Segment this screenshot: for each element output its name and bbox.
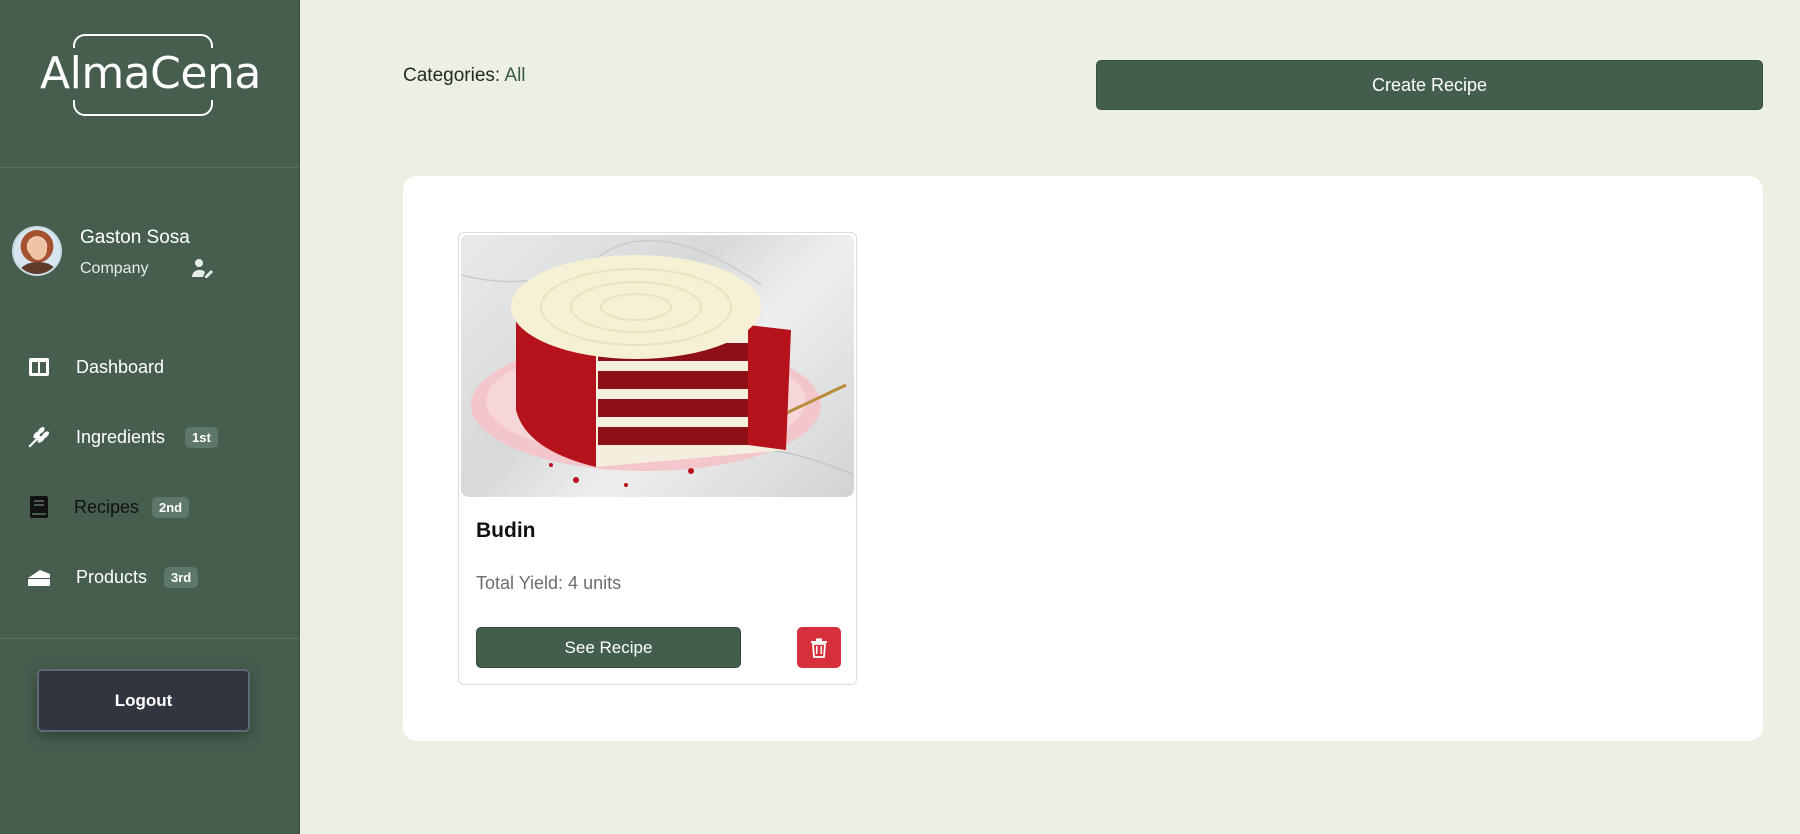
- sidebar-item-ingredients[interactable]: Ingredients 1st: [0, 402, 300, 472]
- sidebar-divider: [0, 638, 300, 639]
- create-recipe-button[interactable]: Create Recipe: [1096, 60, 1763, 110]
- user-name: Gaston Sosa: [80, 227, 190, 248]
- user-profile: Gaston Sosa Company: [0, 220, 300, 290]
- nav-badge: 2nd: [152, 496, 190, 518]
- sidebar-nav: Dashboard Ingredients 1st Recipes 2nd Pr…: [0, 332, 300, 612]
- logout-button[interactable]: Logout: [37, 669, 250, 732]
- see-recipe-button[interactable]: See Recipe: [476, 627, 741, 668]
- avatar[interactable]: [12, 226, 62, 276]
- dashboard-icon: [26, 354, 52, 380]
- categories-filter[interactable]: Categories: All: [403, 65, 526, 87]
- sidebar-item-label: Recipes: [74, 496, 140, 517]
- recipe-card: Budin Total Yield: 4 units See Recipe: [458, 232, 857, 685]
- logo[interactable]: AlmaCena: [38, 48, 263, 100]
- delete-recipe-button[interactable]: [797, 627, 841, 668]
- sidebar-item-recipes[interactable]: Recipes 2nd: [0, 472, 300, 542]
- nav-badge: 1st: [185, 426, 218, 448]
- categories-value[interactable]: All: [504, 65, 525, 86]
- categories-label: Categories:: [403, 65, 501, 86]
- sidebar-item-label: Products: [76, 566, 148, 587]
- recipe-title: Budin: [476, 519, 536, 542]
- user-edit-icon[interactable]: [190, 256, 214, 280]
- recipe-yield: Total Yield: 4 units: [476, 573, 622, 593]
- sidebar-item-label: Ingredients: [76, 426, 166, 447]
- cake-icon: [26, 564, 52, 590]
- sidebar-item-dashboard[interactable]: Dashboard: [0, 332, 300, 402]
- logo-area: AlmaCena: [0, 0, 299, 168]
- sidebar: AlmaCena Gaston Sosa Company Dashboard I…: [0, 0, 300, 834]
- book-icon: [26, 494, 52, 520]
- user-role: Company: [80, 260, 149, 277]
- nav-badge: 3rd: [164, 566, 199, 588]
- recipes-panel: Budin Total Yield: 4 units See Recipe: [403, 176, 1763, 741]
- sidebar-item-products[interactable]: Products 3rd: [0, 542, 300, 612]
- sidebar-item-label: Dashboard: [76, 356, 165, 377]
- wheat-icon: [26, 424, 52, 450]
- trash-icon: [811, 638, 827, 658]
- recipe-image: [461, 235, 854, 497]
